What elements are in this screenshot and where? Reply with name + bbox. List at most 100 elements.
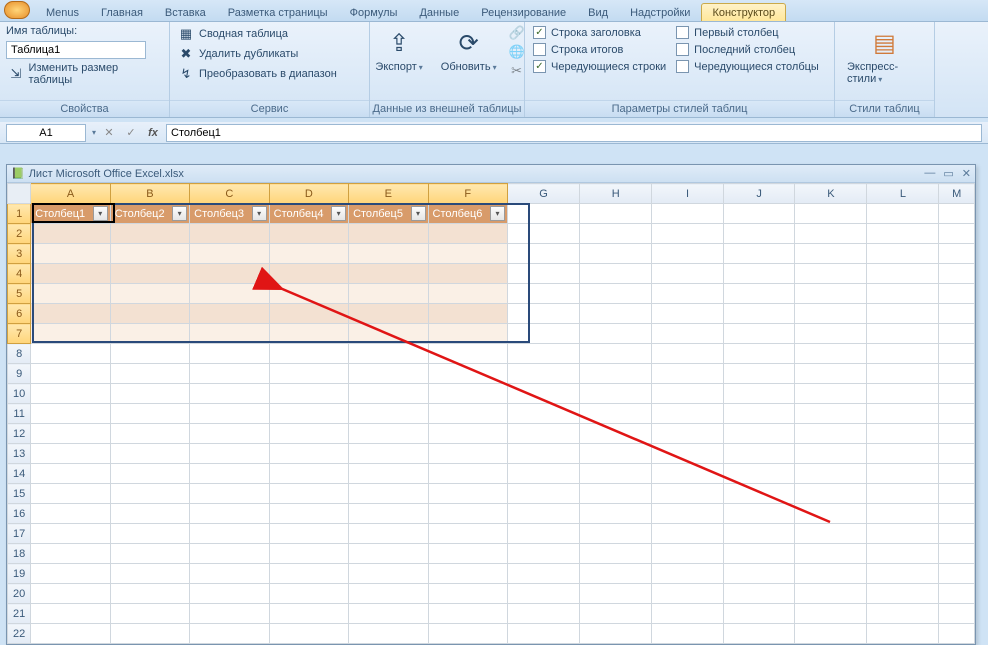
cell[interactable] xyxy=(110,524,189,544)
cell[interactable] xyxy=(269,224,348,244)
cell[interactable] xyxy=(652,504,723,524)
formula-input[interactable] xyxy=(166,124,982,142)
cell[interactable] xyxy=(349,544,428,564)
cell[interactable] xyxy=(795,264,867,284)
cell[interactable] xyxy=(723,424,795,444)
cell[interactable] xyxy=(723,284,795,304)
cell[interactable] xyxy=(867,384,939,404)
cell[interactable] xyxy=(190,604,269,624)
cell[interactable] xyxy=(507,484,579,504)
banded-cols-checkbox[interactable]: Чередующиеся столбцы xyxy=(674,59,821,74)
cell[interactable] xyxy=(428,604,507,624)
cell[interactable]: Столбец4▾ xyxy=(269,204,348,224)
cell[interactable] xyxy=(723,584,795,604)
cell[interactable] xyxy=(190,544,269,564)
cell[interactable] xyxy=(867,344,939,364)
cell[interactable] xyxy=(190,364,269,384)
cell[interactable] xyxy=(110,444,189,464)
row-header[interactable]: 21 xyxy=(8,604,31,624)
cell[interactable] xyxy=(349,484,428,504)
cell[interactable] xyxy=(580,244,652,264)
tab-надстройки[interactable]: Надстройки xyxy=(619,3,701,21)
cell[interactable] xyxy=(428,324,507,344)
cell[interactable] xyxy=(795,364,867,384)
cell[interactable] xyxy=(428,304,507,324)
cell[interactable] xyxy=(31,404,110,424)
cell[interactable] xyxy=(723,304,795,324)
filter-dropdown[interactable]: ▾ xyxy=(411,206,426,221)
cell[interactable] xyxy=(795,344,867,364)
cell[interactable] xyxy=(652,404,723,424)
cell[interactable] xyxy=(652,444,723,464)
cell[interactable] xyxy=(110,344,189,364)
cell[interactable] xyxy=(580,424,652,444)
row-header[interactable]: 3 xyxy=(8,244,31,264)
cell[interactable] xyxy=(939,524,975,544)
cell[interactable] xyxy=(580,204,652,224)
cell[interactable] xyxy=(795,524,867,544)
cell[interactable] xyxy=(939,284,975,304)
cell[interactable] xyxy=(580,404,652,424)
cell[interactable] xyxy=(31,524,110,544)
refresh-button[interactable]: ⟳ Обновить▾ xyxy=(435,25,503,75)
cell[interactable] xyxy=(31,384,110,404)
first-col-checkbox[interactable]: Первый столбец xyxy=(674,25,821,40)
column-header[interactable]: E xyxy=(349,184,428,204)
cell[interactable] xyxy=(428,424,507,444)
row-header[interactable]: 15 xyxy=(8,484,31,504)
column-header[interactable]: F xyxy=(428,184,507,204)
cell[interactable] xyxy=(795,484,867,504)
cell[interactable] xyxy=(652,564,723,584)
cell[interactable] xyxy=(723,544,795,564)
cell[interactable] xyxy=(110,304,189,324)
cell[interactable] xyxy=(110,424,189,444)
cell[interactable] xyxy=(507,584,579,604)
cell[interactable] xyxy=(939,604,975,624)
cell[interactable] xyxy=(349,604,428,624)
cell[interactable] xyxy=(269,404,348,424)
cell[interactable] xyxy=(190,464,269,484)
cell[interactable] xyxy=(269,444,348,464)
cell[interactable] xyxy=(507,424,579,444)
cell[interactable] xyxy=(723,524,795,544)
cell[interactable] xyxy=(723,464,795,484)
cell[interactable] xyxy=(723,344,795,364)
cell[interactable] xyxy=(269,544,348,564)
filter-dropdown[interactable]: ▾ xyxy=(93,206,108,221)
cell[interactable] xyxy=(190,584,269,604)
cell[interactable] xyxy=(349,364,428,384)
cell[interactable] xyxy=(190,564,269,584)
cell[interactable] xyxy=(507,264,579,284)
cell[interactable] xyxy=(795,464,867,484)
cell[interactable] xyxy=(795,244,867,264)
cell[interactable] xyxy=(580,384,652,404)
cell[interactable] xyxy=(428,484,507,504)
row-header[interactable]: 1 xyxy=(8,204,31,224)
worksheet-grid[interactable]: ABCDEFGHIJKLM1Столбец1▾Столбец2▾Столбец3… xyxy=(7,183,975,644)
tab-вид[interactable]: Вид xyxy=(577,3,619,21)
cell[interactable] xyxy=(580,284,652,304)
cell[interactable] xyxy=(652,304,723,324)
cell[interactable] xyxy=(867,544,939,564)
cell[interactable] xyxy=(867,424,939,444)
row-header[interactable]: 11 xyxy=(8,404,31,424)
cell[interactable] xyxy=(867,284,939,304)
cell[interactable] xyxy=(795,324,867,344)
row-header[interactable]: 22 xyxy=(8,624,31,644)
cell[interactable] xyxy=(349,524,428,544)
cell[interactable] xyxy=(507,384,579,404)
cell[interactable] xyxy=(269,584,348,604)
cell[interactable] xyxy=(652,364,723,384)
cell[interactable] xyxy=(269,384,348,404)
tab-формулы[interactable]: Формулы xyxy=(339,3,409,21)
cell[interactable] xyxy=(723,244,795,264)
cell[interactable] xyxy=(190,324,269,344)
cell[interactable] xyxy=(269,324,348,344)
cell[interactable] xyxy=(652,524,723,544)
cell[interactable] xyxy=(428,404,507,424)
cell[interactable] xyxy=(795,224,867,244)
cell[interactable] xyxy=(507,284,579,304)
cell[interactable] xyxy=(507,304,579,324)
cell[interactable]: Столбец2▾ xyxy=(110,204,189,224)
column-header[interactable]: I xyxy=(652,184,723,204)
